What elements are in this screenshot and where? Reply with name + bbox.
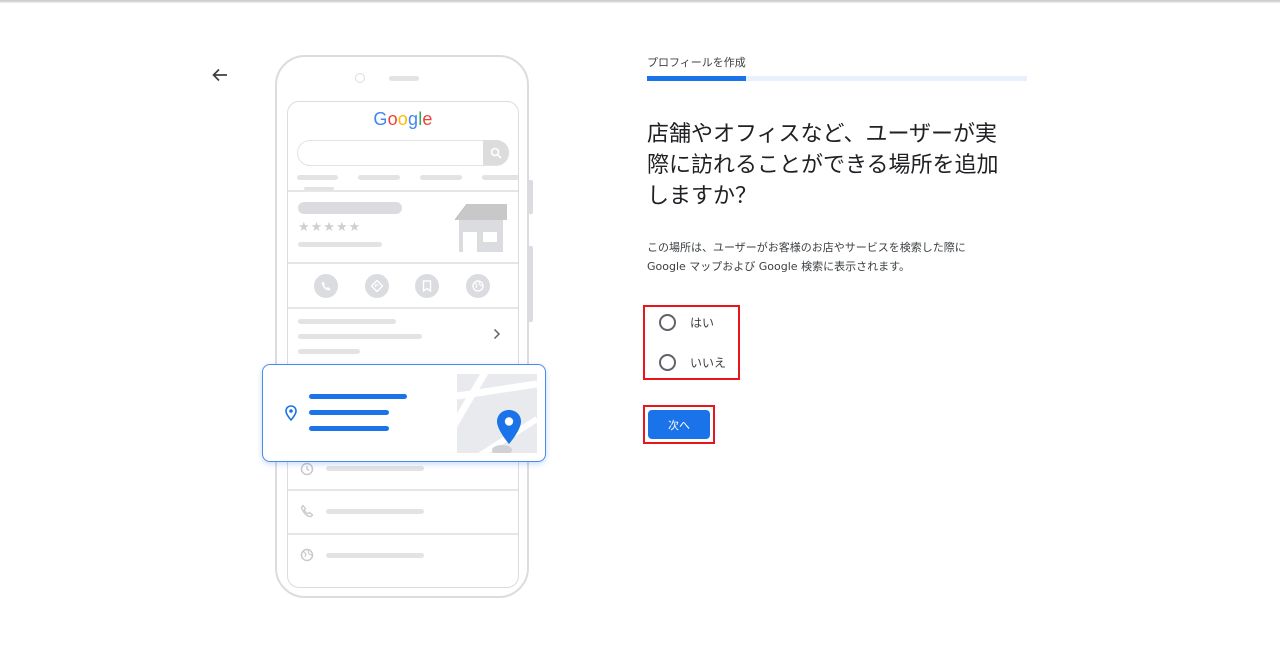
clock-icon [300,462,314,476]
chevron-right-icon [493,328,501,340]
illustration-divider [288,533,518,535]
radio-button[interactable] [659,353,676,371]
progress-bar-fill [647,76,746,81]
phone-speaker [389,76,419,81]
top-shadow [0,0,1280,3]
google-logo-letter: o [387,109,398,129]
website-icon [466,274,490,298]
google-logo-letter: g [408,109,419,129]
radio-option-yes[interactable]: はい [659,312,714,332]
google-logo-letter: e [422,109,433,129]
card-text-line [309,394,407,399]
globe-icon [300,548,314,562]
search-icon [483,140,509,165]
phone-illustration: Google ★★★★★ [275,55,529,598]
location-card [262,364,546,462]
phone-icon [314,274,338,298]
illustration-text-line [326,509,424,514]
illustration-divider [288,489,518,491]
phone-side-button [529,246,533,322]
arrow-left-icon [212,68,227,82]
next-button[interactable]: 次へ [648,410,710,439]
illustration-text-line [298,242,382,247]
illustration-text-line [326,466,424,471]
illustration-divider [288,307,518,309]
phone-camera [355,73,365,83]
location-pin-icon [285,405,297,421]
illustration-tab [358,175,400,180]
illustration-text-line [298,319,396,324]
illustration-text-line [298,334,422,339]
next-highlight-box: 次へ [643,405,715,444]
phone-screen: Google ★★★★★ [287,101,519,588]
description: この場所は、ユーザーがお客様のお店やサービスを検索した際に Google マップ… [647,238,1027,276]
card-text-line [309,426,389,431]
page-title-line: しますか？ [647,184,758,209]
google-logo: Google [288,109,518,130]
illustration-tab [420,175,462,180]
radio-option-no[interactable]: いいえ [659,352,726,372]
description-line: この場所は、ユーザーがお客様のお店やサービスを検索した際に [647,241,966,254]
description-line: Google マップおよび Google 検索に表示されます。 [647,260,910,273]
illustration-search-bar [297,140,509,166]
page-title: 店舗やオフィスなど、ユーザーが実 際に訪れることができる場所を追加 しますか？ [647,119,1037,212]
google-logo-letter: G [373,109,388,129]
card-text-line [309,410,389,415]
rating-stars: ★★★★★ [298,220,362,235]
step-label: プロフィールを作成 [647,56,746,69]
back-button[interactable] [206,62,234,88]
page-title-line: 際に訪れることができる場所を追加 [647,153,999,178]
page-title-line: 店舗やオフィスなど、ユーザーが実 [647,122,998,147]
illustration-text-line [298,349,360,354]
bookmark-icon [415,274,439,298]
radio-label-yes: はい [690,315,715,330]
directions-icon [365,274,389,298]
illustration-tab [482,175,518,180]
options-highlight-box: はい いいえ [643,305,740,380]
illustration-divider [288,190,518,192]
google-logo-letter: o [397,109,408,129]
illustration-text-line [326,553,424,558]
progress-bar [647,76,1027,81]
radio-button[interactable] [659,313,676,331]
illustration-divider [288,262,518,264]
phone-icon [300,504,314,518]
storefront-icon [455,204,507,252]
illustration-tab [297,175,338,180]
illustration-business-name [298,202,402,214]
radio-label-no: いいえ [690,355,727,370]
phone-side-button [529,180,533,214]
map-thumbnail [457,374,537,453]
